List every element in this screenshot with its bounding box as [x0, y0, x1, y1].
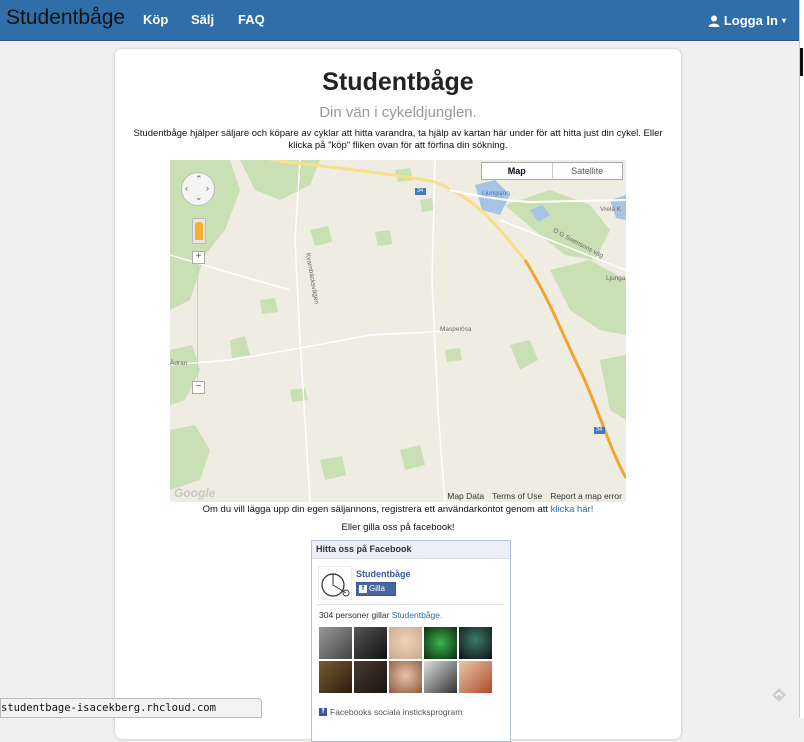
page-title: Studentbåge: [322, 68, 474, 96]
facebook-box-header: Hitta oss på Facebook: [312, 541, 510, 559]
facebook-like-button[interactable]: f Gilla: [356, 582, 396, 596]
fan-avatar[interactable]: [354, 627, 387, 659]
facebook-fan-faces: [319, 627, 499, 693]
divider: [317, 604, 505, 605]
map-label-edge: Ådran: [170, 360, 188, 367]
map-label-ljunga: Ljunga: [606, 275, 626, 282]
chevron-down-icon: ▾: [781, 16, 786, 25]
penny-farthing-logo-icon[interactable]: [318, 566, 352, 600]
fan-avatar[interactable]: [459, 661, 492, 693]
report-map-error-link[interactable]: Report a map error: [550, 491, 622, 501]
like-us-text: Eller gilla oss på facebook!: [341, 522, 455, 533]
page-subtitle: Din vän i cykeldjunglen.: [319, 104, 477, 121]
nav-link-kop[interactable]: Köp: [143, 12, 168, 27]
window-edge: [799, 0, 804, 718]
nav-link-faq[interactable]: FAQ: [238, 12, 265, 27]
fan-avatar[interactable]: [459, 627, 492, 659]
map-label-ljungsjon: Ljungsjön: [482, 190, 510, 197]
facebook-page-info: Studentbåge f Gilla: [318, 566, 502, 606]
map-label-maspelosa: Maspelösa: [440, 326, 472, 333]
road-marker-34-south: 34: [596, 427, 603, 433]
facebook-f-icon: f: [319, 708, 327, 716]
fan-avatar[interactable]: [354, 661, 387, 693]
map-type-map-button[interactable]: Map: [482, 163, 553, 179]
facebook-like-label: Gilla: [369, 584, 386, 593]
fan-avatar[interactable]: [389, 661, 422, 693]
zoom-in-button[interactable]: +: [192, 251, 205, 264]
user-icon: [708, 15, 720, 27]
map-widget[interactable]: 34 34 Maspelösa Ljungsjön Vrela K Ljunga…: [170, 160, 626, 502]
register-message: Om du vill lägga upp din egen säljannons…: [202, 504, 548, 515]
fan-avatar[interactable]: [424, 627, 457, 659]
facebook-like-box: Hitta oss på Facebook Studentbåge f Gill…: [311, 540, 511, 742]
road-marker-34: 34: [417, 188, 424, 194]
map-footer: Map Data Terms of Use Report a map error: [447, 491, 622, 501]
fan-avatar[interactable]: [319, 661, 352, 693]
map-type-satellite-button[interactable]: Satellite: [553, 163, 623, 179]
nav-link-salj[interactable]: Sälj: [191, 12, 214, 27]
map-label-vrela: Vrela K: [600, 206, 622, 213]
fan-avatar[interactable]: [389, 627, 422, 659]
pegman-icon[interactable]: [192, 218, 206, 244]
pan-control-icon[interactable]: ⌃ ⌄ ‹ ›: [181, 172, 215, 206]
plus-icon: +: [195, 251, 202, 262]
login-dropdown[interactable]: Logga In ▾: [708, 13, 786, 28]
map-canvas[interactable]: [170, 160, 626, 502]
main-card: Studentbåge Din vän i cykeldjunglen. Stu…: [114, 48, 682, 742]
google-logo: Google: [174, 486, 216, 500]
fan-avatar[interactable]: [424, 661, 457, 693]
facebook-plugin-label[interactable]: Facebooks sociala insticksprogram: [330, 707, 462, 717]
brand-link[interactable]: Studentbåge: [6, 6, 125, 30]
register-text: Om du vill lägga upp din egen säljannons…: [115, 504, 681, 515]
facebook-plugin-footer: f Facebooks sociala insticksprogram: [319, 707, 462, 717]
navbar: Studentbåge Köp Sälj FAQ Logga In ▾: [0, 0, 800, 41]
terms-of-use-link[interactable]: Terms of Use: [492, 491, 542, 501]
zoom-out-button[interactable]: −: [192, 381, 205, 394]
browser-status-url: studentbage-isacekberg.rhcloud.com: [0, 698, 262, 718]
facebook-page-name[interactable]: Studentbåge: [356, 569, 411, 579]
zoom-slider-track[interactable]: [197, 263, 198, 383]
map-type-control: Map Satellite: [481, 162, 623, 180]
facebook-count-page-link[interactable]: Studentbåge.: [392, 610, 443, 620]
fan-avatar[interactable]: [319, 627, 352, 659]
minus-icon: −: [195, 381, 202, 392]
facebook-f-icon: f: [359, 585, 367, 593]
login-label: Logga In: [723, 13, 778, 28]
facebook-count-text: 304 personer gillar: [319, 610, 390, 620]
facebook-like-count: 304 personer gillar Studentbåge.: [319, 610, 442, 620]
intro-text: Studentbåge hjälper säljare och köpare a…: [133, 128, 663, 151]
diamond-icon[interactable]: [771, 687, 787, 703]
map-data-link[interactable]: Map Data: [447, 491, 484, 501]
register-link[interactable]: klicka här!: [551, 504, 594, 515]
